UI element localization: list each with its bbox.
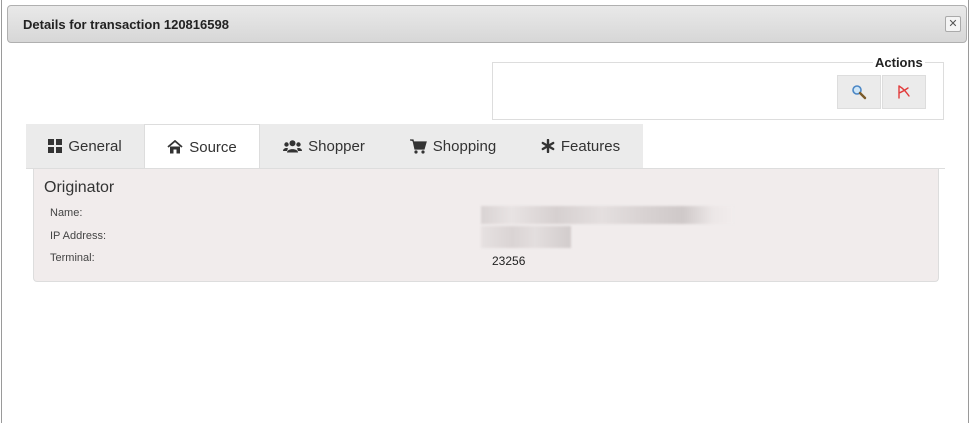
tab-features[interactable]: Features [518, 124, 643, 168]
asterisk-icon [541, 139, 555, 153]
tab-general-label: General [68, 137, 122, 155]
actions-label: Actions [873, 55, 925, 70]
panel-title: Originator [44, 179, 115, 196]
ip-address-label: IP Address: [50, 230, 107, 242]
dialog-title: Details for transaction 120816598 [23, 17, 229, 32]
close-button[interactable]: ✕ [945, 16, 961, 32]
terminal-value: 23256 [492, 254, 526, 268]
tab-shopping-label: Shopping [432, 137, 497, 155]
name-value-redacted [481, 206, 733, 224]
tab-features-label: Features [560, 137, 621, 155]
cart-icon [409, 138, 427, 154]
tab-general[interactable]: General [26, 124, 144, 168]
close-icon: ✕ [948, 17, 958, 30]
dialog-titlebar[interactable]: Details for transaction 120816598 ✕ [7, 5, 967, 43]
pdf-icon [898, 85, 910, 99]
tab-shopper-label: Shopper [308, 137, 365, 155]
ip-value-redacted [481, 226, 571, 248]
search-button[interactable] [837, 75, 881, 109]
terminal-label: Terminal: [50, 252, 95, 264]
tab-source[interactable]: Source [144, 124, 260, 169]
originator-panel: Originator Name: IP Address: Terminal: 2… [33, 169, 939, 282]
magnifier-icon [852, 85, 867, 100]
name-label: Name: [50, 207, 83, 219]
users-icon [283, 139, 303, 152]
tab-shopper[interactable]: Shopper [260, 124, 388, 168]
tab-source-label: Source [189, 138, 237, 156]
grid-icon [48, 139, 63, 153]
tab-shopping[interactable]: Shopping [388, 124, 518, 168]
home-icon [167, 140, 183, 154]
pdf-button[interactable] [882, 75, 926, 109]
detail-tabs: General Source Shopper Shopping Features [26, 124, 643, 169]
